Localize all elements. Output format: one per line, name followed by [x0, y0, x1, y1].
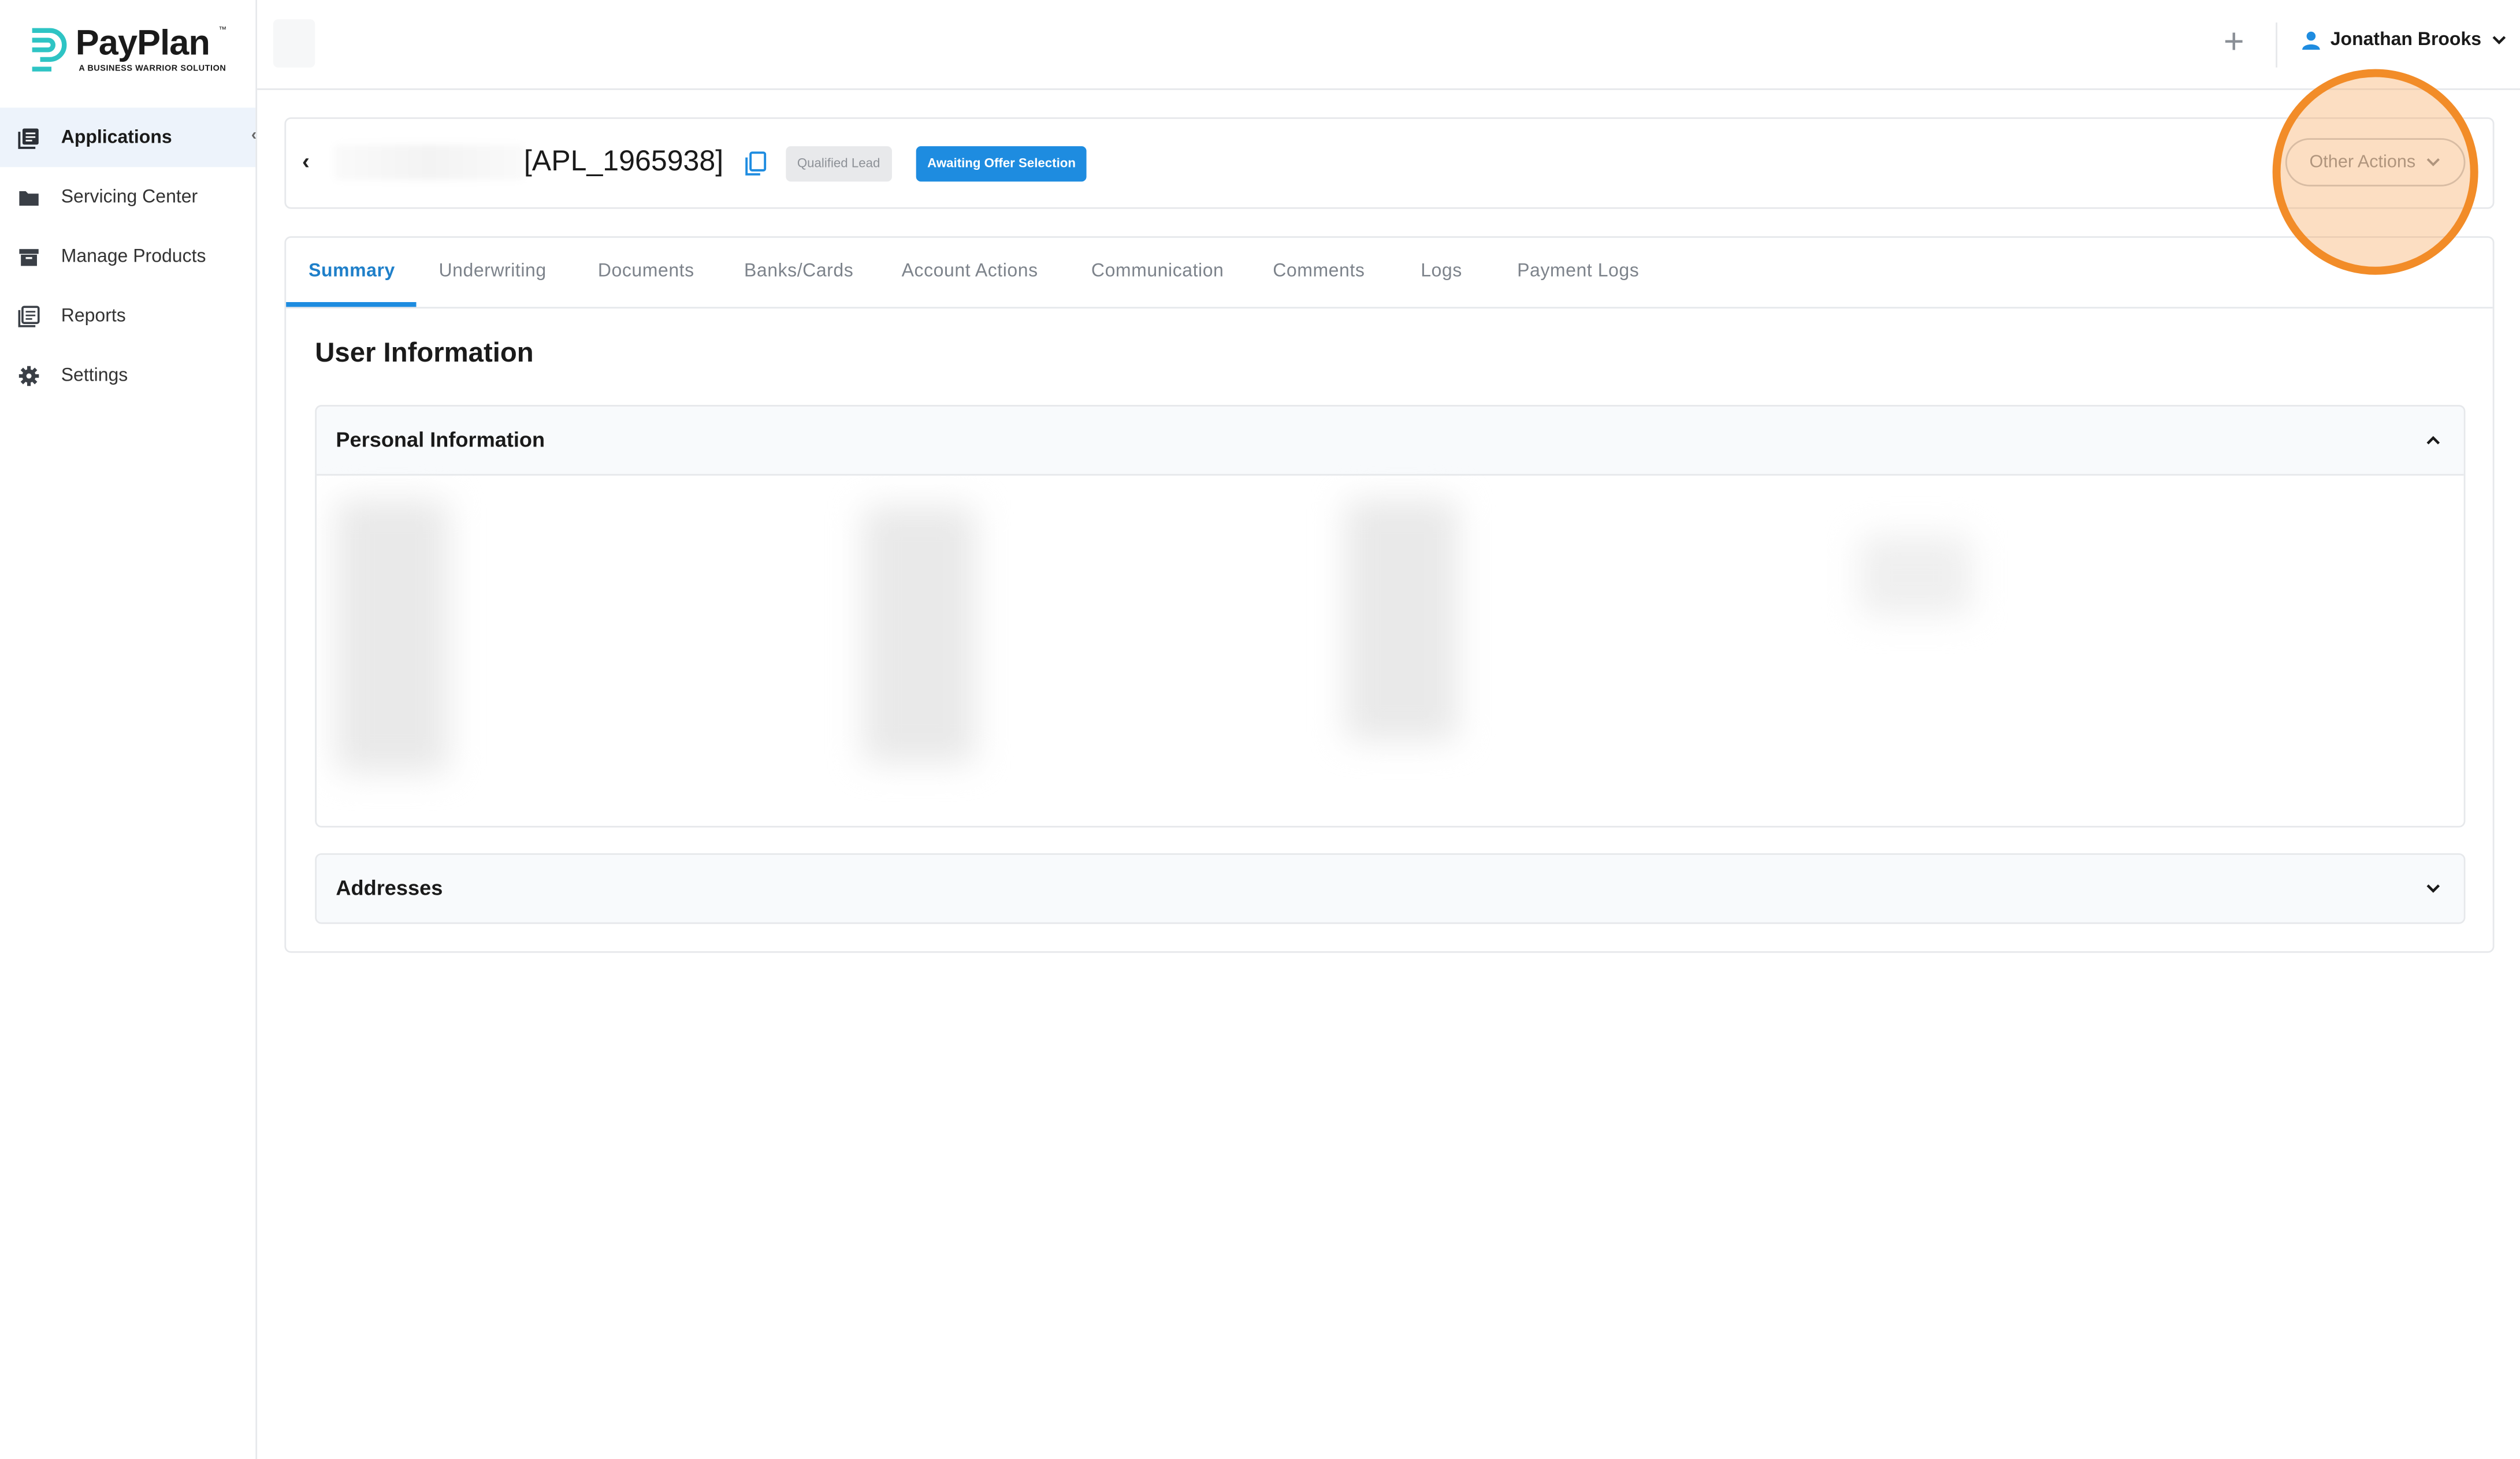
redacted-applicant-name: [334, 144, 524, 180]
status-badge-qualified-lead: Qualified Lead: [786, 146, 891, 182]
chevron-down-icon: [2492, 36, 2506, 44]
status-badge-awaiting-offer: Awaiting Offer Selection: [916, 146, 1087, 182]
tab-payment-logs[interactable]: Payment Logs: [1517, 238, 1639, 307]
sidebar-item-manage-products[interactable]: Manage Products: [0, 226, 255, 286]
gear-icon: [18, 365, 39, 385]
brand-name: PayPlan: [75, 22, 210, 63]
panel-header-personal-information[interactable]: Personal Information: [317, 406, 2464, 476]
tab-underwriting[interactable]: Underwriting: [438, 238, 546, 307]
sidebar-item-label: Reports: [61, 306, 126, 326]
user-menu[interactable]: Jonathan Brooks: [2302, 31, 2507, 50]
sidebar-item-settings[interactable]: Settings: [0, 345, 255, 405]
tab-summary[interactable]: Summary: [309, 238, 395, 307]
sidebar-item-reports[interactable]: Reports: [0, 286, 255, 345]
sidebar-item-servicing-center[interactable]: Servicing Center: [0, 167, 255, 226]
folder-icon: [19, 190, 39, 205]
tab-documents[interactable]: Documents: [598, 238, 694, 307]
addresses-panel: Addresses: [315, 853, 2466, 924]
personal-information-panel: Personal Information: [315, 405, 2466, 828]
tab-communication[interactable]: Communication: [1091, 238, 1224, 307]
chevron-down-icon[interactable]: [2425, 880, 2441, 896]
sidebar-item-label: Manage Products: [61, 247, 206, 266]
chevron-up-icon[interactable]: [2425, 432, 2441, 448]
sidebar-item-label: Applications: [61, 128, 172, 147]
top-bar: + Jonathan Brooks: [257, 0, 2520, 90]
tab-comments[interactable]: Comments: [1273, 238, 1365, 307]
sidebar-item-applications[interactable]: Applications ‹: [0, 107, 257, 168]
active-tab-indicator: [286, 302, 417, 307]
sidebar-item-label: Servicing Center: [61, 187, 198, 207]
application-header: ‹ [APL_1965938] Qualified Lead Awaiting …: [284, 117, 2495, 209]
app-window: PayPlan ™ A BUSINESS WARRIOR SOLUTION Ap…: [0, 0, 2520, 1459]
panel-header-addresses[interactable]: Addresses: [317, 854, 2464, 922]
reports-icon: [18, 305, 40, 327]
panel-title: Addresses: [336, 876, 443, 900]
brand-trademark: ™: [218, 25, 227, 36]
sidebar-item-label: Settings: [61, 365, 128, 385]
tab-banks-cards[interactable]: Banks/Cards: [744, 238, 853, 307]
application-detail-card: Summary Underwriting Documents Banks/Car…: [284, 236, 2495, 953]
panel-title: Personal Information: [336, 427, 545, 452]
sidebar: PayPlan ™ A BUSINESS WARRIOR SOLUTION Ap…: [0, 0, 258, 1459]
applications-icon: [18, 128, 39, 148]
add-icon[interactable]: +: [2218, 23, 2250, 58]
other-actions-dropdown[interactable]: Other Actions: [2285, 138, 2466, 187]
top-bar-divider: [2276, 22, 2277, 68]
tab-logs[interactable]: Logs: [1421, 238, 1462, 307]
other-actions-label: Other Actions: [2309, 152, 2416, 172]
tab-bar: Summary Underwriting Documents Banks/Car…: [286, 238, 2493, 309]
collapse-sidebar-icon[interactable]: ‹: [244, 127, 263, 146]
archive-box-icon: [19, 248, 39, 266]
back-button[interactable]: ‹: [302, 148, 321, 174]
section-title: User Information: [315, 337, 534, 369]
brand-tagline: A BUSINESS WARRIOR SOLUTION: [79, 64, 226, 74]
payplan-logo-mark-icon: [32, 28, 67, 72]
user-icon: [2302, 31, 2320, 50]
tab-account-actions[interactable]: Account Actions: [902, 238, 1038, 307]
sidebar-nav: Applications ‹ Servicing Center Manage P…: [0, 107, 257, 405]
application-id: [APL_1965938]: [523, 144, 724, 177]
chevron-down-icon: [2426, 158, 2440, 166]
copy-icon[interactable]: [744, 151, 767, 177]
user-name: Jonathan Brooks: [2330, 30, 2482, 50]
top-bar-placeholder: [273, 19, 315, 68]
payplan-logo[interactable]: PayPlan ™ A BUSINESS WARRIOR SOLUTION: [29, 23, 238, 80]
